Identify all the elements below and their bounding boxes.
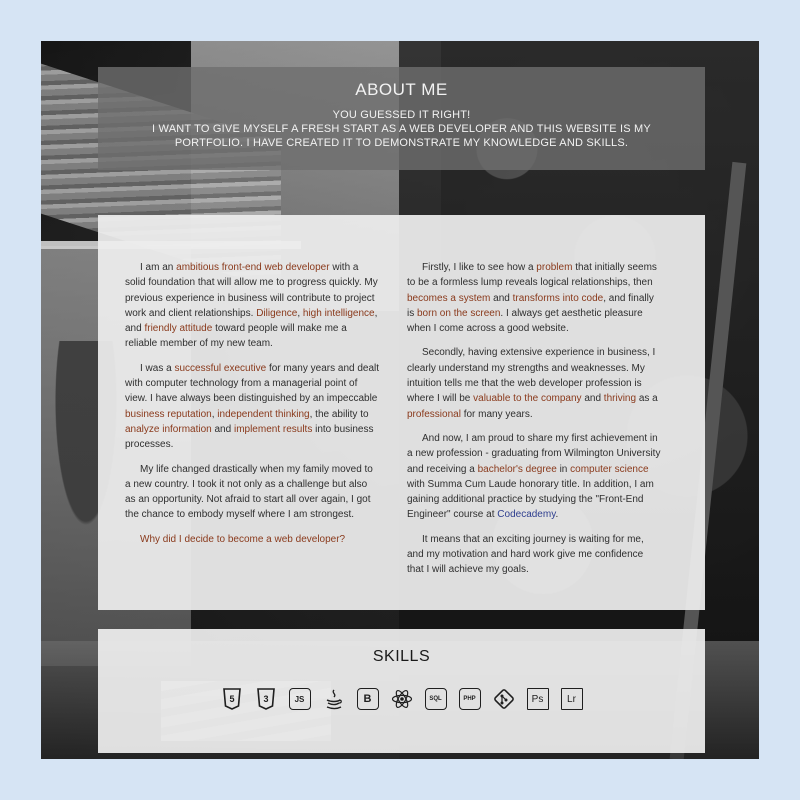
text: for many years. [460,408,533,420]
highlight-text: business reputation [125,408,212,420]
highlight-text: friendly attitude [144,323,213,335]
highlight-text: computer science [570,463,649,475]
skills-icon-row: 5 3 JS B SQL PHP Ps Lr [98,688,705,712]
lightroom-icon: Lr [560,688,583,710]
highlight-text: valuable to the company [473,393,582,405]
highlight-text: becomes a system [407,292,491,304]
svg-text:5: 5 [229,694,234,704]
about-header-panel: ABOUT ME YOU GUESSED IT RIGHT! I WANT TO… [98,67,705,170]
about-content-panel: I am an ambitious front-end web develope… [98,215,705,610]
bootstrap-icon: B [356,688,379,710]
text: and [581,393,604,405]
highlight-text: transforms into code [512,292,604,304]
git-icon [493,688,515,710]
highlight-text: problem [536,262,573,273]
text: I was a [140,362,175,374]
react-icon [391,688,413,710]
sql-icon: SQL [424,688,447,710]
highlight-text: independent thinking [217,408,310,420]
left-paragraph-1: I am an ambitious front-end web develope… [125,260,380,352]
about-subtitle: YOU GUESSED IT RIGHT! I WANT TO GIVE MYS… [98,108,705,150]
why-web-developer-question: Why did I decide to become a web develop… [140,533,346,545]
right-paragraph-3: And now, I am proud to share my first ac… [407,431,662,523]
highlight-text: born on the screen [417,307,501,319]
text: and [211,423,234,435]
highlight-text: thriving [603,393,637,405]
right-paragraph-1: Firstly, I like to see how a problem tha… [407,260,662,336]
about-subtitle-line2: I WANT TO GIVE MYSELF A FRESH START AS A… [152,123,651,149]
right-paragraph-2: Secondly, having extensive experience in… [407,345,662,421]
skills-title: SKILLS [372,648,431,665]
right-paragraph-4: It means that an exciting journey is wai… [407,533,644,576]
left-paragraph-2: I was a successful executive for many ye… [125,361,380,453]
about-subtitle-line1: YOU GUESSED IT RIGHT! [332,109,471,121]
highlight-text: ambitious front-end web developer [176,262,330,273]
left-paragraph-3: My life changed drastically when my fami… [125,463,373,521]
php-icon: PHP [458,688,481,710]
highlight-text: Diligence [256,307,298,319]
text: as a [636,393,658,405]
text: in [556,463,571,475]
highlight-text: professional [407,408,461,420]
about-title: ABOUT ME [355,80,448,99]
css3-icon: 3 [255,688,277,710]
highlight-text: analyze information [125,423,212,435]
highlight-text: high intelligence [302,307,375,319]
photoshop-icon: Ps [526,688,549,710]
highlight-text: implement results [233,423,313,435]
text: and [490,292,513,304]
text: . [555,509,559,521]
right-column: Firstly, I like to see how a problem tha… [407,260,662,587]
highlight-text: bachelor's degree [477,463,557,475]
left-column: I am an ambitious front-end web develope… [125,260,380,556]
text: , the ability to [309,408,369,420]
svg-text:3: 3 [263,694,268,704]
html5-icon: 5 [221,688,243,710]
highlight-text: successful executive [174,362,267,374]
javascript-icon: JS [288,688,311,710]
codecademy-link[interactable]: Codecademy [497,509,555,520]
java-icon [323,688,345,710]
skills-panel: SKILLS 5 3 JS B SQL PHP Ps Lr [98,629,705,753]
text: Firstly, I like to see how a [422,262,537,273]
text: I am an [140,262,177,273]
